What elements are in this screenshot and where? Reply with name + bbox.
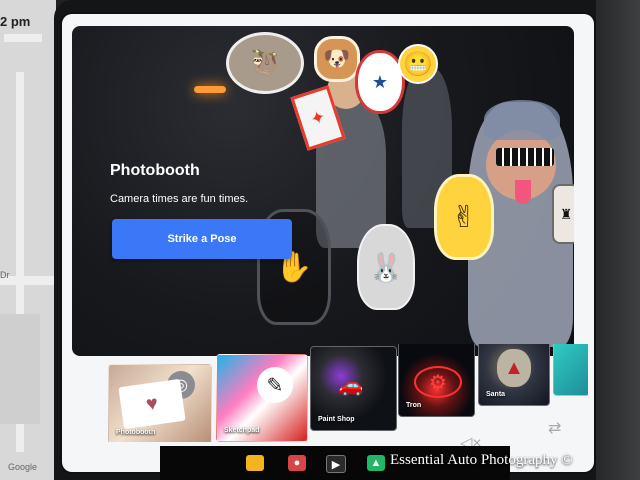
- paint-icon: ✎: [257, 367, 293, 403]
- swap-icon[interactable]: ⇄: [548, 418, 561, 438]
- tron-thumbnail[interactable]: ⚙ Tron: [398, 344, 475, 417]
- thumbnail-label: Sketchpad: [224, 427, 260, 434]
- reflection: [596, 0, 640, 480]
- strike-a-pose-button[interactable]: Strike a Pose: [112, 219, 292, 259]
- thumbnail-label: Tron: [406, 402, 422, 409]
- dog-sticker-icon: 🐶: [314, 36, 360, 82]
- map-view: 2 pm Dr Google: [0, 0, 56, 480]
- watermark-text: Essential Auto Photography ©: [390, 452, 573, 468]
- sloth-sticker-icon: 🦥: [226, 32, 304, 94]
- santa-icon: ▲: [497, 349, 531, 387]
- map-block: [0, 314, 40, 424]
- taskbar-app-icon[interactable]: [246, 455, 264, 471]
- car-icon: 🚗: [338, 374, 364, 397]
- map-road: [4, 34, 42, 42]
- thumbnail-label: Santa: [486, 391, 506, 398]
- joystick-icon[interactable]: ●: [288, 455, 306, 471]
- page-title: Photobooth: [110, 162, 200, 179]
- emoji-sticker-icon: 😬: [398, 44, 438, 84]
- photobooth-screen-photo: 2 pm Dr Google 🦥 🐶 ✦ ★ 😬 ✌ 🐰 ♜ . .: [0, 0, 640, 480]
- google-label: Google: [8, 462, 38, 472]
- app-screen: 🦥 🐶 ✦ ★ 😬 ✌ 🐰 ♜ . . ✋ Photobooth Camera …: [62, 14, 594, 472]
- cap-shape: [484, 100, 560, 140]
- tongue-icon: .: [515, 180, 531, 204]
- bunny-sticker-icon: 🐰: [357, 224, 415, 310]
- sketchpad-thumbnail[interactable]: ✎ Sketchpad: [216, 354, 308, 442]
- tron-icon: ⚙: [414, 366, 462, 398]
- app-thumbnail-row: ◎ ♥ Photobooth ✎ Sketchpad 🚗 Paint Shop …: [108, 344, 588, 442]
- video-icon[interactable]: ▶: [326, 455, 346, 473]
- paint-shop-thumbnail[interactable]: 🚗 Paint Shop: [310, 346, 397, 431]
- hero-subtitle: Camera times are fun times.: [110, 193, 249, 205]
- light-icon: [194, 86, 226, 93]
- photobooth-hero: 🦥 🐶 ✦ ★ 😬 ✌ 🐰 ♜ . . ✋ Photobooth Camera …: [72, 26, 574, 356]
- robot-sticker-icon: ♜: [552, 184, 574, 244]
- next-app-thumbnail[interactable]: [553, 344, 588, 396]
- photo-icon: ♥: [118, 378, 186, 430]
- pixel-glasses-icon: .: [496, 148, 554, 166]
- map-app-icon[interactable]: ▲: [367, 455, 385, 471]
- thumbnail-label: Paint Shop: [318, 416, 355, 423]
- status-time: 2 pm: [0, 14, 31, 29]
- photobooth-thumbnail[interactable]: ◎ ♥ Photobooth: [108, 364, 212, 442]
- thumbnail-label: Photobooth: [116, 429, 156, 436]
- peace-hand-icon: ✌: [434, 174, 494, 260]
- santa-thumbnail[interactable]: ▲ Santa: [478, 344, 550, 406]
- map-street-label: Dr: [0, 270, 10, 280]
